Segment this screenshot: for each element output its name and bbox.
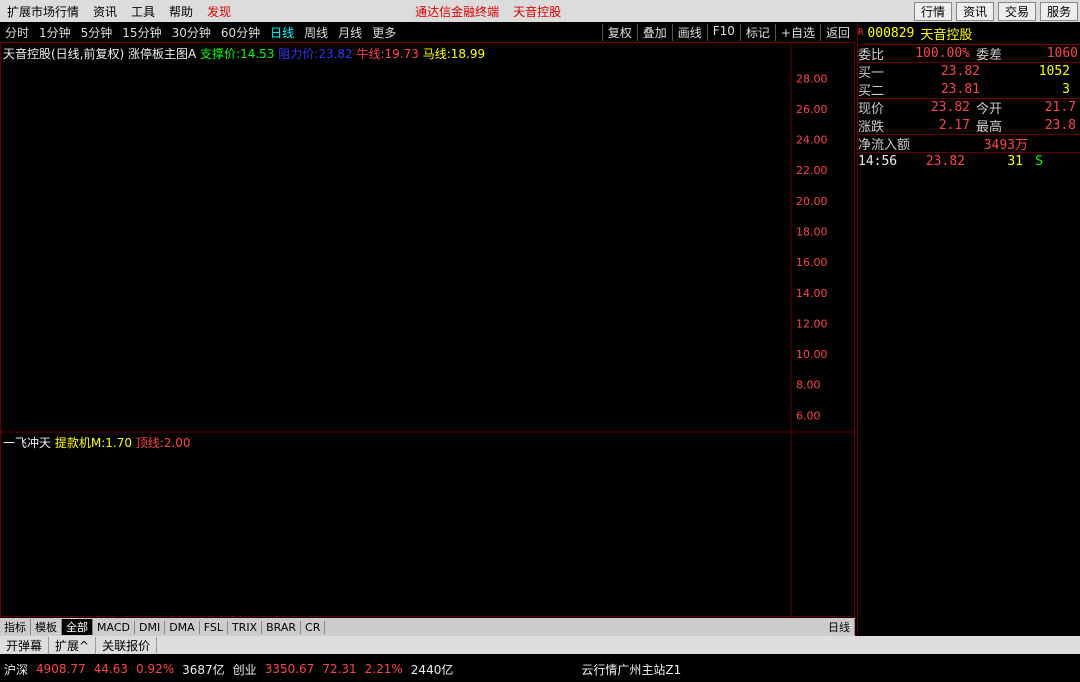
tab[interactable]: 指标 bbox=[0, 619, 31, 635]
btn-trade[interactable]: 交易 bbox=[997, 1, 1036, 21]
top-menu-bar: 扩展市场行情 资讯 工具 帮助 发现 通达信金融终端 天音控股 行情 资讯 交易… bbox=[0, 0, 1080, 22]
tab[interactable]: MACD bbox=[93, 620, 135, 634]
tab[interactable]: BRAR bbox=[262, 620, 302, 634]
period-tab[interactable]: 月线 bbox=[333, 24, 367, 41]
price-tick-label: 18.00 bbox=[796, 226, 828, 239]
stock-name: 天音控股 bbox=[920, 27, 973, 43]
tab[interactable]: CR bbox=[301, 620, 326, 634]
tab[interactable]: FSL bbox=[200, 620, 228, 634]
quote-panel: R 000829 天音控股 委比 100.00% 委差 1060 买一 23.8… bbox=[857, 22, 1080, 640]
bottom-tabs: 开弹幕 扩展^ 关联报价 bbox=[0, 636, 1080, 654]
price-tick-label: 20.00 bbox=[796, 195, 828, 208]
tool-btn[interactable]: +自选 bbox=[774, 23, 820, 41]
tab-active[interactable]: 全部 bbox=[62, 619, 93, 635]
buy-row: 买二 23.81 3 bbox=[858, 81, 1070, 99]
quote-title: R 000829 天音控股 bbox=[858, 25, 973, 43]
stock-code: 000829 bbox=[867, 25, 915, 41]
menu-discover[interactable]: 发现 bbox=[200, 3, 238, 20]
period-tab[interactable]: 60分钟 bbox=[216, 24, 265, 41]
tab-period[interactable]: 日线 bbox=[824, 619, 855, 635]
price-tick-label: 22.00 bbox=[796, 164, 828, 177]
tool-btn[interactable]: F10 bbox=[706, 23, 740, 41]
period-tab[interactable]: 15分钟 bbox=[117, 24, 166, 41]
period-tab[interactable]: 30分钟 bbox=[167, 24, 216, 41]
indicator-title: 一飞冲天 bbox=[3, 436, 52, 450]
price-tick-label: 8.00 bbox=[796, 379, 821, 392]
danmu-tab[interactable]: 开弹幕 bbox=[0, 636, 50, 654]
price-tick-label: 14.00 bbox=[796, 287, 828, 300]
app-title: 通达信金融终端 bbox=[415, 4, 500, 19]
period-tab[interactable]: 1分钟 bbox=[34, 24, 76, 41]
related-quote-tab[interactable]: 关联报价 bbox=[96, 636, 158, 654]
menu-ext[interactable]: 扩展市场行情 bbox=[0, 3, 86, 20]
menu-help[interactable]: 帮助 bbox=[162, 3, 200, 20]
indicator-header: 一飞冲天 提款机M:1.70 顶线:2.00 bbox=[3, 434, 191, 451]
status-bar: 沪深 4908.77 44.63 0.92% 3687亿 创业 3350.67 … bbox=[0, 656, 1080, 682]
price-tick-label: 12.00 bbox=[796, 317, 828, 330]
tool-btn[interactable]: 画线 bbox=[671, 23, 707, 41]
price-tick-label: 28.00 bbox=[796, 72, 828, 85]
price-tick-label: 16.00 bbox=[796, 256, 828, 269]
index-value: 4908.77 bbox=[36, 662, 86, 676]
menu-tools[interactable]: 工具 bbox=[124, 3, 162, 20]
tab[interactable]: 模板 bbox=[31, 619, 62, 635]
ind-stat: 顶线:2.00 bbox=[135, 436, 191, 450]
menu-news[interactable]: 资讯 bbox=[86, 3, 124, 20]
stock-title: 天音控股 bbox=[513, 4, 562, 19]
btn-quote[interactable]: 行情 bbox=[913, 1, 952, 21]
buy-row: 买一 23.82 1052 bbox=[858, 62, 1080, 81]
price-tick-label: 6.00 bbox=[796, 409, 821, 422]
price-chart: 28.00 26.00 24.00 22.00 20.00 18.00 16.00 14.00… bbox=[1, 43, 854, 618]
expand-tab[interactable]: 扩展^ bbox=[49, 636, 97, 654]
index-name: 创业 bbox=[232, 662, 257, 677]
btn-info[interactable]: 资讯 bbox=[955, 1, 994, 21]
index-name: 沪深 bbox=[4, 662, 29, 677]
tool-btn[interactable]: 复权 bbox=[601, 23, 637, 41]
tab[interactable]: TRIX bbox=[228, 620, 263, 634]
period-tab[interactable]: 分时 bbox=[0, 24, 34, 41]
tick-row: 14:56 23.82 31 S bbox=[858, 152, 1080, 170]
price-tick-label: 10.00 bbox=[796, 348, 828, 361]
period-tab[interactable]: 周线 bbox=[299, 24, 333, 41]
tool-btn[interactable]: 返回 bbox=[819, 23, 855, 41]
server-label: 云行情广州主站Z1 bbox=[581, 662, 682, 677]
period-tab-active[interactable]: 日线 bbox=[265, 24, 299, 41]
stat-row: 涨跌 2.17 最高 23.8 bbox=[858, 117, 1076, 135]
ind-stat: 提款机M:1.70 bbox=[54, 436, 132, 450]
flow-row: 净流入额 3493万 bbox=[858, 134, 1080, 153]
price-tick-label: 24.00 bbox=[796, 134, 828, 147]
indicator-tabs: 指标 模板 全部 MACD DMI DMA FSL TRIX BRAR CR 日… bbox=[0, 618, 855, 636]
btn-service[interactable]: 服务 bbox=[1039, 1, 1078, 21]
chart-area[interactable]: 天音控股(日线,前复权) 涨停板主图A 支撑价:14.53 阻力价:23.82 … bbox=[0, 42, 855, 618]
committee-row: 委比 100.00% 委差 1060 bbox=[858, 44, 1080, 63]
stat-row: 现价 23.82 今开 21.7 bbox=[858, 98, 1080, 117]
tool-btn[interactable]: 叠加 bbox=[636, 23, 672, 41]
tool-btn[interactable]: 标记 bbox=[739, 23, 775, 41]
period-bar: 分时 1分钟 5分钟 15分钟 30分钟 60分钟 日线 周线 月线 更多 复权… bbox=[0, 22, 855, 42]
tab[interactable]: DMA bbox=[165, 620, 200, 634]
period-tab[interactable]: 5分钟 bbox=[76, 24, 118, 41]
price-tick-label: 26.00 bbox=[796, 103, 828, 116]
tab[interactable]: DMI bbox=[135, 620, 166, 634]
period-tab[interactable]: 更多 bbox=[367, 24, 401, 41]
